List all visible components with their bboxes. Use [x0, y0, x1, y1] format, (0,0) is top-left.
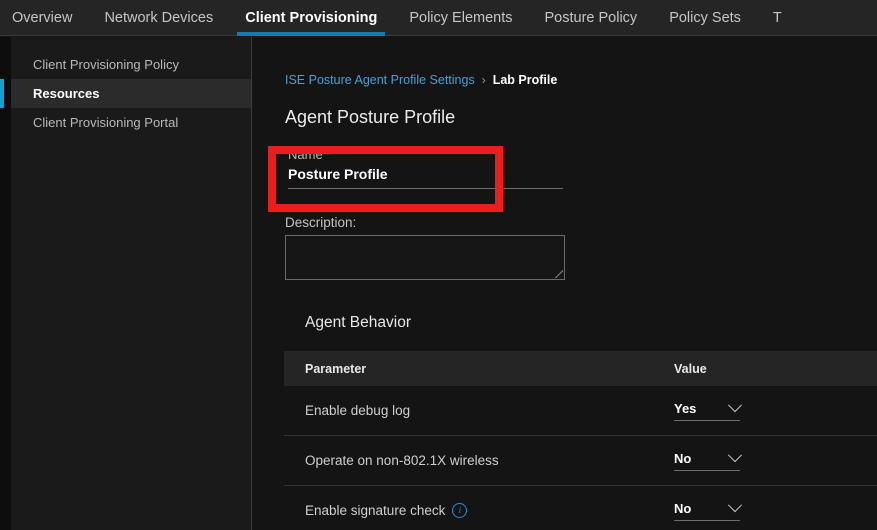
info-icon[interactable]: i	[452, 503, 468, 518]
name-label-text: Name	[288, 147, 323, 162]
column-header-value: Value	[674, 361, 707, 376]
value-cell: No	[674, 448, 854, 471]
primary-navigation-bar: Overview Network Devices Client Provisio…	[0, 0, 877, 36]
parameter-cell: Operate on non-802.1X wireless	[284, 453, 674, 468]
secondary-sidebar: Client Provisioning Policy Resources Cli…	[0, 37, 252, 530]
enable-debug-log-select[interactable]: Yes	[674, 398, 743, 421]
nav-tab-label: T	[772, 9, 782, 26]
parameter-cell: Enable signature check i	[284, 503, 674, 518]
breadcrumb: ISE Posture Agent Profile Settings › Lab…	[285, 73, 557, 87]
agent-behavior-table: Parameter Value Enable debug log Yes Ope…	[284, 351, 877, 530]
value-cell: Yes	[674, 398, 854, 421]
nav-tab-label: Client Provisioning	[245, 9, 378, 26]
ise-client-provisioning-screen: Overview Network Devices Client Provisio…	[0, 0, 877, 530]
nav-tab-label: Posture Policy	[544, 9, 638, 26]
nav-tab-label: Overview	[12, 9, 73, 26]
table-row: Enable signature check i No	[284, 486, 877, 530]
name-input-underline	[288, 188, 563, 189]
nav-tab-posture-policy[interactable]: Posture Policy	[529, 0, 654, 36]
sidebar-item-label: Client Provisioning Portal	[33, 115, 179, 130]
column-header-parameter: Parameter	[305, 361, 367, 376]
sidebar-item-label: Resources	[33, 86, 100, 101]
select-value: No	[674, 450, 692, 466]
sidebar-item-resources[interactable]: Resources	[0, 79, 251, 108]
resize-handle-icon[interactable]	[553, 268, 563, 278]
sidebar-gutter	[0, 37, 11, 530]
table-row: Operate on non-802.1X wireless No	[284, 436, 877, 486]
nav-tab-label: Policy Sets	[669, 9, 741, 26]
sidebar-item-client-provisioning-portal[interactable]: Client Provisioning Portal	[11, 108, 251, 137]
nav-tab-label: Network Devices	[104, 9, 214, 26]
name-input[interactable]: Posture Profile	[288, 166, 563, 188]
sidebar-item-label: Client Provisioning Policy	[33, 57, 179, 72]
table-header-row: Parameter Value	[284, 351, 877, 386]
nav-tab-network-devices[interactable]: Network Devices	[88, 0, 229, 36]
operate-on-non-dot1x-wireless-select[interactable]: No	[674, 448, 743, 471]
required-asterisk-icon: *	[326, 147, 332, 162]
chevron-right-icon: ›	[481, 73, 486, 87]
nav-tab-truncated[interactable]: T	[757, 0, 798, 36]
chevron-down-icon	[727, 498, 743, 513]
name-field-label: Name *	[288, 147, 563, 162]
nav-tab-label: Policy Elements	[409, 9, 513, 26]
breadcrumb-link-parent[interactable]: ISE Posture Agent Profile Settings	[285, 73, 475, 87]
parameter-label: Enable signature check	[305, 503, 446, 518]
select-value: Yes	[674, 400, 697, 416]
main-content-panel: ISE Posture Agent Profile Settings › Lab…	[253, 37, 877, 530]
agent-behavior-section-title: Agent Behavior	[305, 314, 411, 331]
select-value: No	[674, 500, 692, 516]
chevron-down-icon	[727, 448, 743, 463]
chevron-down-icon	[727, 398, 743, 413]
description-field-label: Description:	[285, 215, 357, 230]
breadcrumb-current: Lab Profile	[492, 73, 558, 87]
parameter-label: Operate on non-802.1X wireless	[305, 453, 499, 468]
nav-tab-client-provisioning[interactable]: Client Provisioning	[229, 0, 393, 36]
parameter-cell: Enable debug log	[284, 403, 674, 418]
sidebar-item-client-provisioning-policy[interactable]: Client Provisioning Policy	[11, 50, 251, 79]
description-textarea[interactable]	[285, 235, 565, 280]
value-cell: No	[674, 498, 854, 521]
description-field-group: Description:	[285, 215, 565, 280]
nav-tab-policy-sets[interactable]: Policy Sets	[653, 0, 757, 36]
parameter-label: Enable debug log	[305, 403, 411, 418]
table-row: Enable debug log Yes	[284, 386, 877, 436]
nav-tab-policy-elements[interactable]: Policy Elements	[393, 0, 528, 36]
body-area: Client Provisioning Policy Resources Cli…	[0, 37, 877, 530]
name-field-group: Name * Posture Profile	[288, 147, 563, 189]
nav-tab-overview[interactable]: Overview	[0, 0, 88, 36]
enable-signature-check-select[interactable]: No	[674, 498, 743, 521]
page-title: Agent Posture Profile	[285, 107, 456, 127]
